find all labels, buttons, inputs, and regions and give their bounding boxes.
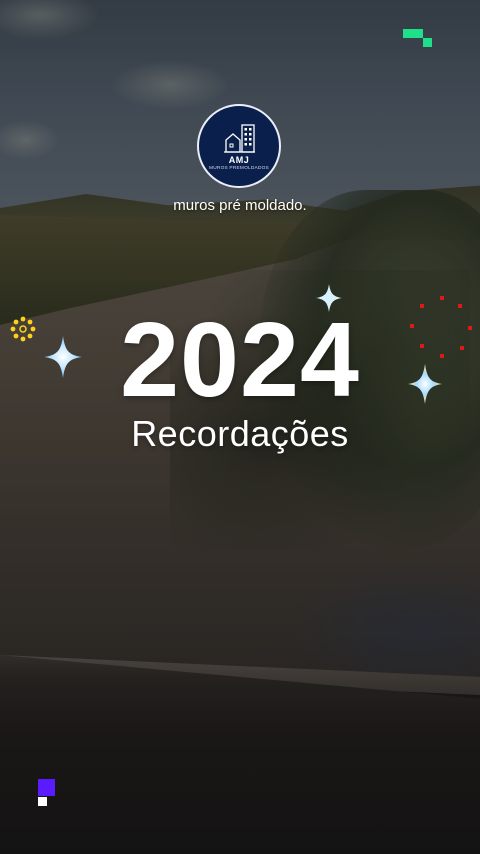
firework-dot	[440, 296, 444, 300]
firework-dot	[420, 344, 424, 348]
yellow-flower-icon	[10, 316, 36, 342]
firework-dot	[458, 304, 462, 308]
recordacoes-subtitle: Recordações	[131, 413, 349, 454]
pixel-block-icon	[38, 779, 55, 796]
firework-dot	[468, 326, 472, 330]
firework-dot	[440, 354, 444, 358]
firework-dot	[460, 346, 464, 350]
brand-caption: muros pré moldado.	[173, 197, 307, 214]
building-icon	[224, 123, 255, 153]
story-frame: AMJ MUROS PREMOLDADOS muros pré moldado.…	[0, 0, 480, 854]
pixel-block-icon	[423, 38, 432, 47]
firework-dot	[420, 304, 424, 308]
pixel-block-icon	[403, 29, 423, 38]
four-point-star-icon	[316, 284, 342, 312]
brand-logo: AMJ MUROS PREMOLDADOS	[197, 104, 281, 188]
four-point-star-icon	[408, 364, 442, 404]
firework-dot	[410, 324, 414, 328]
logo-tagline: MUROS PREMOLDADOS	[209, 165, 269, 171]
logo-name: AMJ	[228, 154, 250, 165]
four-point-star-icon	[44, 336, 82, 378]
pixel-block-icon	[38, 797, 47, 806]
